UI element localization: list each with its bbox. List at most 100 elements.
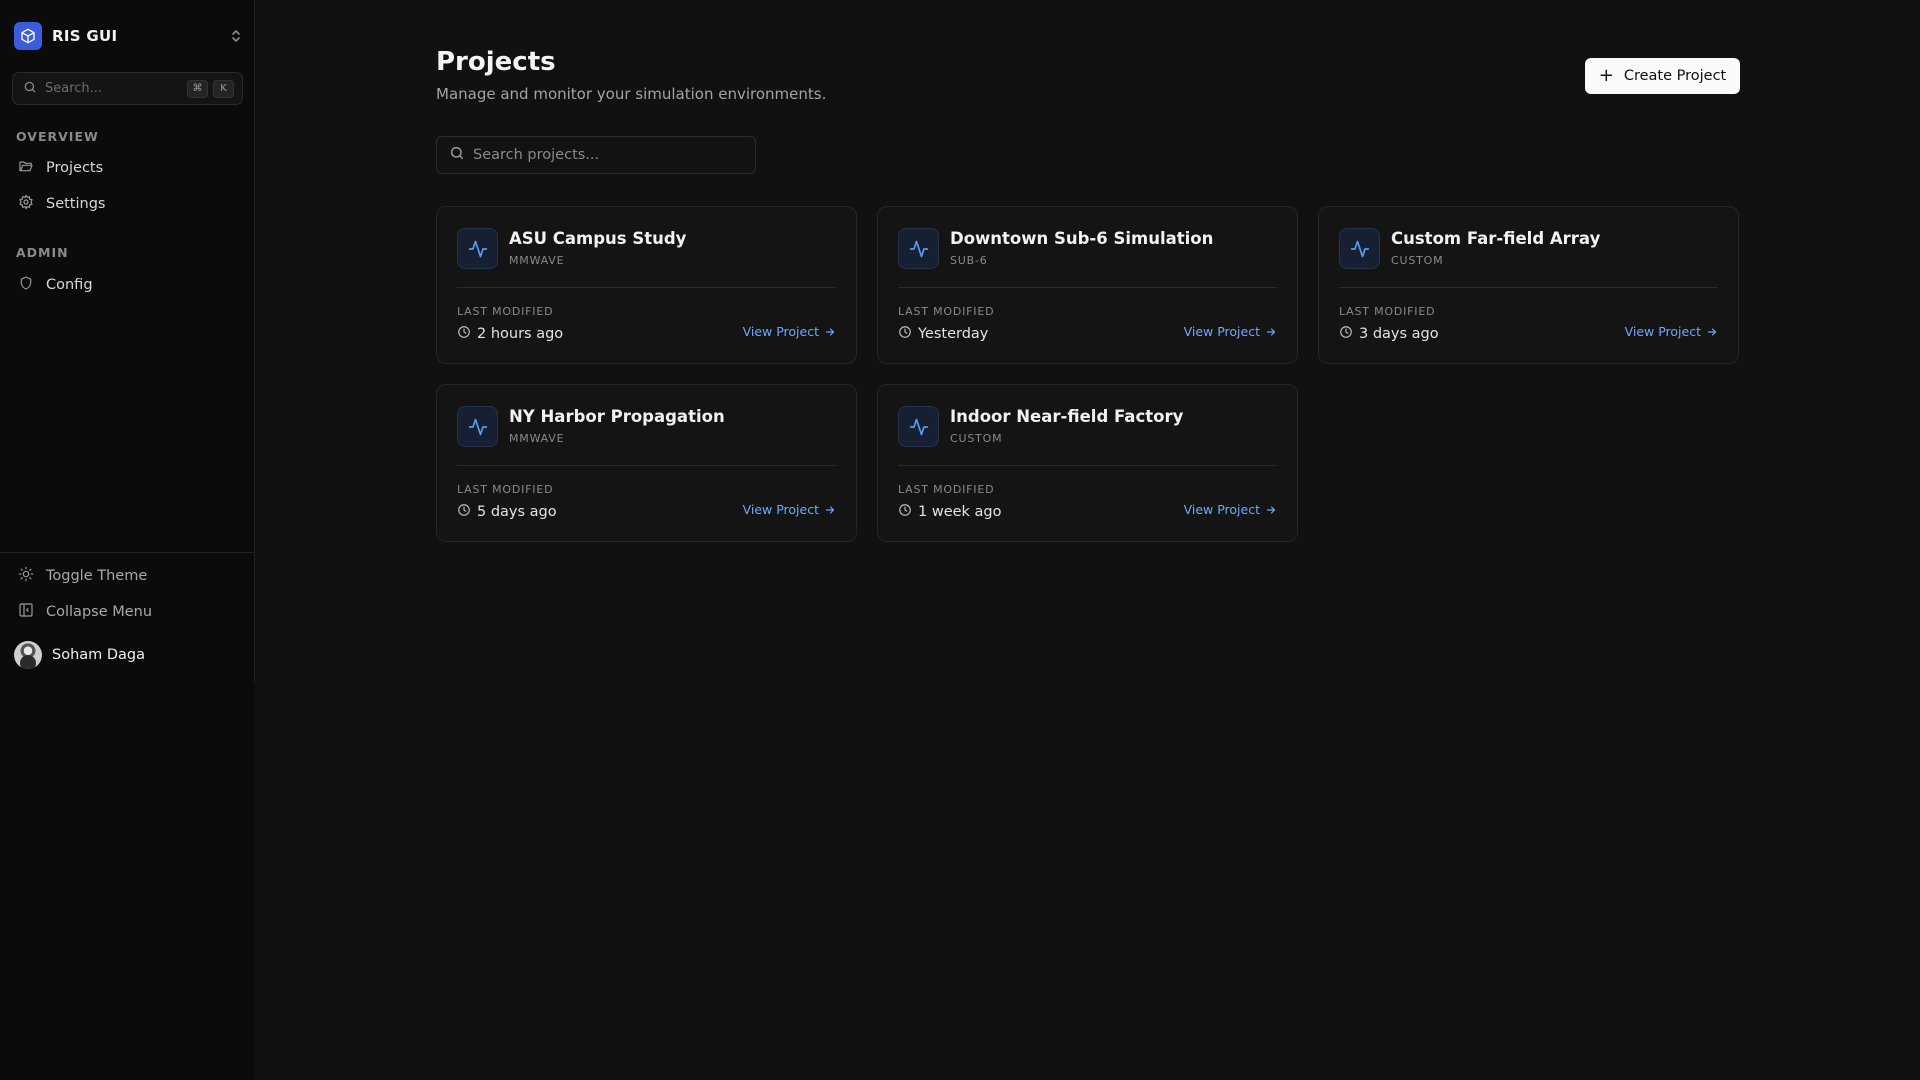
- sidebar-item-config[interactable]: Config: [8, 268, 247, 302]
- toggle-theme-button[interactable]: Toggle Theme: [8, 559, 247, 593]
- view-project-link[interactable]: View Project: [1184, 324, 1277, 339]
- page-title: Projects: [436, 47, 556, 77]
- view-project-link[interactable]: View Project: [1184, 502, 1277, 517]
- last-modified-label: LAST MODIFIED: [457, 483, 554, 496]
- sidebar-divider: [0, 552, 255, 553]
- project-card[interactable]: Custom Far-field Array CUSTOM LAST MODIF…: [1318, 206, 1739, 364]
- search-input[interactable]: [473, 147, 743, 163]
- create-project-label: Create Project: [1623, 68, 1727, 84]
- arrow-right-icon: [1266, 327, 1276, 336]
- last-modified: 5 days ago: [457, 502, 557, 521]
- last-modified-value: 2 hours ago: [477, 325, 564, 342]
- last-modified-label: LAST MODIFIED: [457, 305, 554, 318]
- page-subtitle: Manage and monitor your simulation envir…: [436, 85, 827, 103]
- clock-icon: [1339, 324, 1353, 343]
- collapse-menu-button[interactable]: Collapse Menu: [8, 595, 247, 629]
- create-project-button[interactable]: + Create Project: [1585, 58, 1740, 94]
- project-name: NY Harbor Propagation: [509, 407, 725, 426]
- activity-icon: [898, 406, 939, 447]
- cube-logo-icon: [14, 22, 42, 50]
- view-project-label: View Project: [1624, 324, 1701, 339]
- view-project-label: View Project: [742, 502, 819, 517]
- search-icon: [23, 79, 37, 98]
- sun-icon: [18, 566, 34, 586]
- project-name: ASU Campus Study: [509, 229, 687, 248]
- clock-icon: [898, 502, 912, 521]
- project-name: Indoor Near-field Factory: [950, 407, 1184, 426]
- plus-icon: +: [1598, 65, 1614, 86]
- sidebar-item-settings[interactable]: Settings: [8, 187, 247, 221]
- activity-icon: [457, 406, 498, 447]
- project-search: [436, 136, 756, 174]
- last-modified-label: LAST MODIFIED: [1339, 305, 1436, 318]
- view-project-link[interactable]: View Project: [743, 502, 836, 517]
- project-card[interactable]: ASU Campus Study MMWAVE LAST MODIFIED 2 …: [436, 206, 857, 364]
- project-type-tag: SUB-6: [950, 254, 988, 267]
- shield-icon: [18, 275, 34, 295]
- workspace-switcher[interactable]: RIS GUI: [14, 22, 242, 50]
- last-modified: Yesterday: [898, 324, 988, 343]
- project-card[interactable]: Indoor Near-field Factory CUSTOM LAST MO…: [877, 384, 1298, 542]
- card-divider: [898, 465, 1277, 466]
- sidebar-panel: RIS GUI Search... ⌘ K OVERVIEW Projects: [0, 0, 255, 684]
- toggle-theme-label: Toggle Theme: [46, 568, 148, 584]
- last-modified-value: 3 days ago: [1359, 325, 1439, 342]
- chevron-up-down-icon: [230, 28, 242, 48]
- view-project-label: View Project: [1183, 502, 1260, 517]
- arrow-right-icon: [825, 327, 835, 336]
- section-label-overview: OVERVIEW: [16, 129, 99, 144]
- project-type-tag: CUSTOM: [1391, 254, 1444, 267]
- last-modified-value: 5 days ago: [477, 503, 557, 520]
- card-divider: [457, 287, 836, 288]
- kbd-k: K: [213, 79, 234, 98]
- project-type-tag: CUSTOM: [950, 432, 1003, 445]
- view-project-label: View Project: [1183, 324, 1260, 339]
- last-modified: 3 days ago: [1339, 324, 1439, 343]
- last-modified-value: 1 week ago: [918, 503, 1002, 520]
- arrow-right-icon: [825, 505, 835, 514]
- sidebar-search-placeholder: Search...: [45, 81, 103, 96]
- view-project-label: View Project: [742, 324, 819, 339]
- card-divider: [898, 287, 1277, 288]
- user-profile[interactable]: Soham Daga: [14, 641, 145, 669]
- search-icon: [449, 145, 465, 165]
- view-project-link[interactable]: View Project: [1625, 324, 1718, 339]
- sidebar-item-label: Config: [46, 277, 93, 293]
- last-modified-value: Yesterday: [918, 325, 989, 342]
- card-divider: [1339, 287, 1718, 288]
- last-modified-label: LAST MODIFIED: [898, 305, 995, 318]
- sidebar-item-projects[interactable]: Projects: [8, 151, 247, 185]
- collapse-menu-label: Collapse Menu: [46, 604, 153, 620]
- project-card[interactable]: Downtown Sub-6 Simulation SUB-6 LAST MOD…: [877, 206, 1298, 364]
- gear-icon: [18, 194, 34, 214]
- clock-icon: [898, 324, 912, 343]
- arrow-right-icon: [1707, 327, 1717, 336]
- last-modified: 2 hours ago: [457, 324, 563, 343]
- app-name: RIS GUI: [52, 27, 118, 45]
- arrow-right-icon: [1266, 505, 1276, 514]
- view-project-link[interactable]: View Project: [743, 324, 836, 339]
- sidebar: RIS GUI Search... ⌘ K OVERVIEW Projects: [0, 0, 255, 1080]
- activity-icon: [457, 228, 498, 269]
- project-card[interactable]: NY Harbor Propagation MMWAVE LAST MODIFI…: [436, 384, 857, 542]
- project-name: Downtown Sub-6 Simulation: [950, 229, 1214, 248]
- section-label-admin: ADMIN: [16, 245, 69, 260]
- card-divider: [457, 465, 836, 466]
- avatar: [14, 641, 42, 669]
- sidebar-search[interactable]: Search... ⌘ K: [12, 72, 243, 105]
- clock-icon: [457, 324, 471, 343]
- project-type-tag: MMWAVE: [509, 254, 565, 267]
- kbd-command: ⌘: [187, 79, 208, 98]
- sidebar-item-label: Projects: [46, 160, 104, 176]
- activity-icon: [898, 228, 939, 269]
- last-modified-label: LAST MODIFIED: [898, 483, 995, 496]
- panel-collapse-icon: [18, 602, 34, 622]
- user-name: Soham Daga: [52, 647, 146, 663]
- sidebar-item-label: Settings: [46, 196, 106, 212]
- activity-icon: [1339, 228, 1380, 269]
- project-type-tag: MMWAVE: [509, 432, 565, 445]
- folder-icon: [18, 158, 34, 178]
- clock-icon: [457, 502, 471, 521]
- project-name: Custom Far-field Array: [1391, 229, 1601, 248]
- last-modified: 1 week ago: [898, 502, 1002, 521]
